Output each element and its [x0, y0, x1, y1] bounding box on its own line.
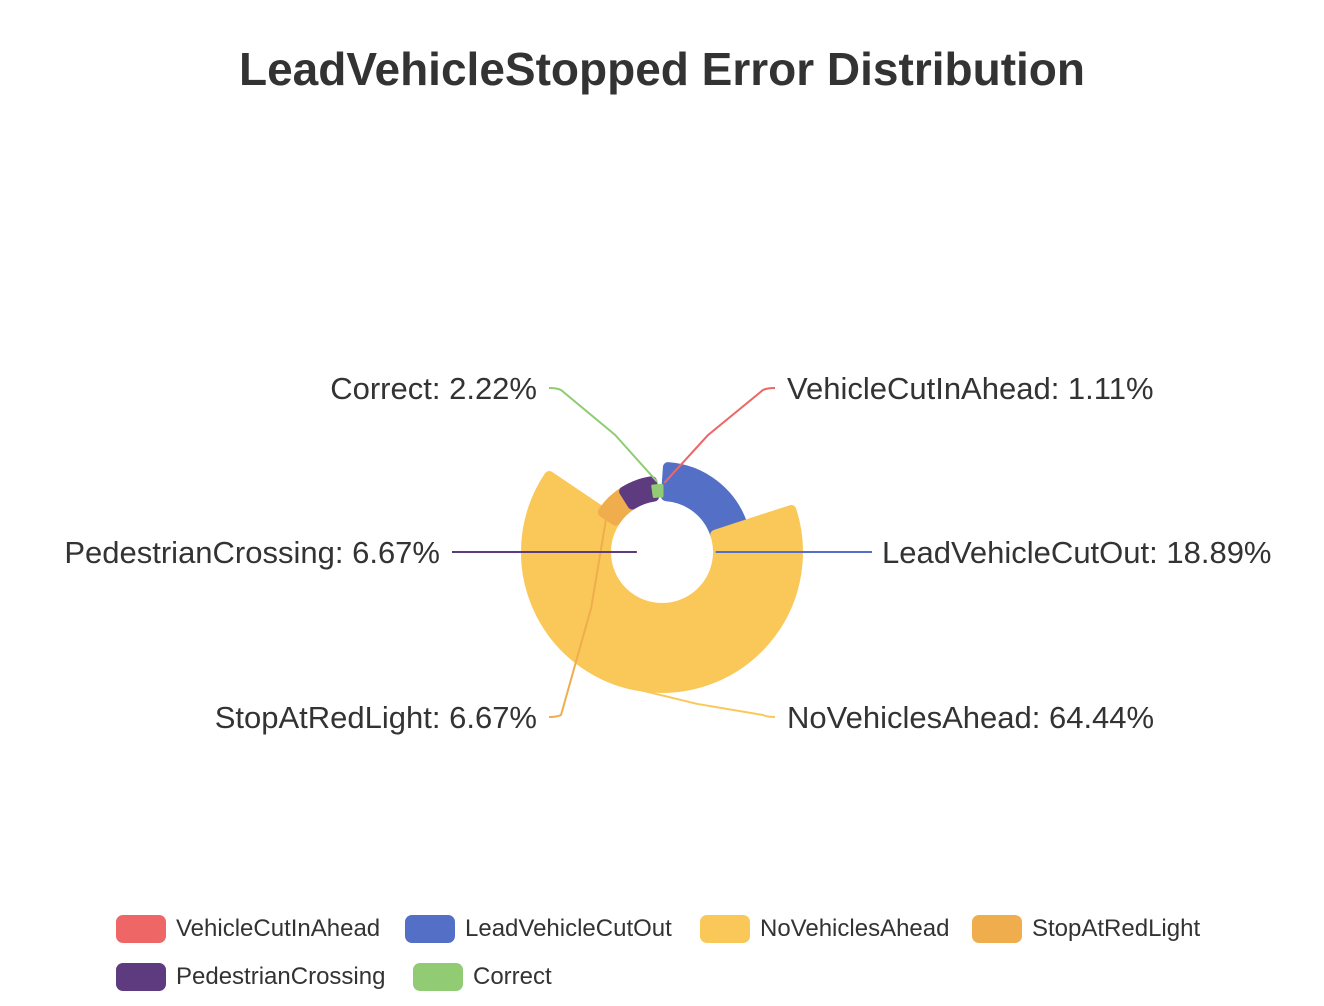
leader-line-correct [548, 387, 658, 483]
rose-pie-chart: VehicleCutInAhead: 1.11% LeadVehicleCutOu… [64, 371, 1272, 735]
slice-label-vehicle-cut-in-ahead: VehicleCutInAhead: 1.11% [787, 371, 1154, 406]
legend-item-lead-vehicle-cut-out[interactable]: LeadVehicleCutOut [405, 912, 672, 946]
legend-label: NoVehiclesAhead [760, 915, 950, 942]
slice-label-correct: Correct: 2.22% [330, 371, 537, 406]
slice-label-stop-at-red-light: StopAtRedLight: 6.67% [215, 700, 537, 735]
legend-label: Correct [473, 963, 552, 990]
legend-swatch [116, 915, 166, 943]
pie-slice-pedestrian-crossing[interactable] [619, 476, 660, 510]
legend-item-pedestrian-crossing[interactable]: PedestrianCrossing [116, 960, 385, 994]
pie-slice-correct[interactable] [651, 484, 664, 499]
slice-label-no-vehicles-ahead: NoVehiclesAhead: 64.44% [787, 700, 1154, 735]
slice-label-lead-vehicle-cut-out: LeadVehicleCutOut: 18.89% [882, 535, 1272, 570]
legend-item-stop-at-red-light[interactable]: StopAtRedLight [972, 912, 1200, 946]
legend-swatch [116, 963, 166, 991]
legend-label: LeadVehicleCutOut [465, 915, 672, 942]
legend-label: VehicleCutInAhead [176, 915, 381, 942]
legend-label: StopAtRedLight [1032, 915, 1201, 942]
legend-swatch [413, 963, 463, 991]
legend-item-vehicle-cut-in-ahead[interactable]: VehicleCutInAhead [116, 912, 380, 946]
legend-item-no-vehicles-ahead[interactable]: NoVehiclesAhead [700, 912, 949, 946]
legend-swatch [700, 915, 750, 943]
legend-swatch [405, 915, 455, 943]
leader-line-no-vehicles-ahead [642, 689, 776, 718]
slice-label-pedestrian-crossing: PedestrianCrossing: 6.67% [64, 535, 440, 570]
pie-slice-no-vehicles-ahead[interactable] [521, 470, 803, 693]
legend-label: PedestrianCrossing [176, 963, 386, 990]
slices-layer [521, 462, 803, 693]
legend-item-correct[interactable]: Correct [413, 960, 552, 994]
legend-swatch [972, 915, 1022, 943]
